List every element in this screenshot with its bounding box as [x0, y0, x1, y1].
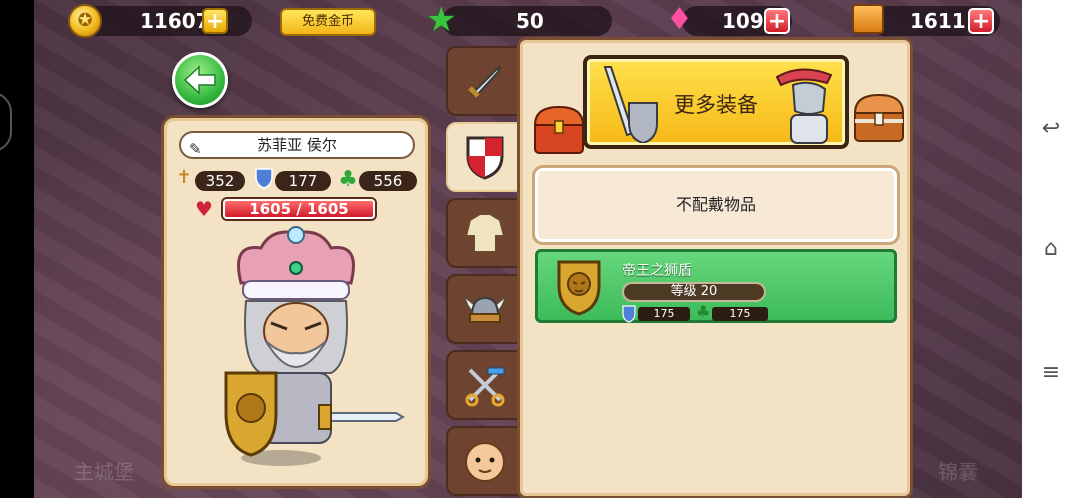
coins-value: 11607 [140, 9, 210, 33]
game-screen: 主城堡 锦囊 11607 ✪ + 免费金币 50 ★ 109 ♦ + 1611 … [34, 0, 1022, 498]
luck-value: 556 [359, 171, 417, 191]
hero-character-image [224, 226, 406, 466]
hp-bar: 1605 / 1605 [223, 199, 375, 219]
back-nav-icon[interactable]: ↩ [1038, 116, 1064, 141]
gem-icon: ♦ [666, 2, 693, 37]
stars-value: 50 [516, 9, 544, 33]
star-icon: ★ [426, 0, 457, 40]
coin-icon: ✪ [68, 4, 102, 38]
attack-icon: ✝ [176, 167, 192, 188]
attack-value: 352 [195, 171, 245, 191]
knight-armor-art-icon [775, 68, 833, 144]
heart-icon: ♥ [195, 197, 213, 221]
box-icon [852, 4, 884, 34]
bg-building-label-right: 锦囊 [938, 460, 978, 484]
home-nav-icon[interactable]: ⌂ [1038, 236, 1064, 261]
more-equipment-button[interactable]: 更多装备 [583, 55, 849, 149]
add-gems-button[interactable]: + [764, 8, 790, 34]
tab-shield[interactable] [446, 122, 528, 192]
clover-icon: ♣ [338, 167, 358, 192]
character-name-box[interactable]: ✎ 苏菲亚 侯尔 [179, 131, 415, 159]
treasure-chest-right-icon [853, 93, 905, 142]
sword-icon [468, 65, 501, 98]
character-panel: ✎ 苏菲亚 侯尔 ✝ 352 177 ♣ 556 ♥ 1605 / 1605 [164, 118, 428, 486]
defense-icon [253, 167, 275, 193]
shield-icon [466, 136, 504, 180]
treasure-chest-icon [533, 105, 585, 154]
arrow-left-icon [183, 65, 216, 95]
pencil-icon: ✎ [189, 140, 202, 158]
stars-counter: 50 [442, 6, 612, 36]
item-level: 等级 20 [622, 282, 766, 302]
tab-armor[interactable] [446, 198, 520, 268]
tab-weapon[interactable] [446, 46, 520, 116]
item-clover-icon: ♣ [696, 302, 711, 321]
item-luck-value: 175 [712, 307, 768, 321]
tab-face[interactable] [446, 426, 520, 496]
tab-helmet[interactable] [446, 274, 520, 344]
armor-icon [464, 213, 506, 253]
lion-shield-icon [557, 260, 601, 316]
equipment-panel: 更多装备 不配戴物品 帝王之狮盾 等级 20 175 ♣ 175 [520, 40, 910, 496]
gems-value: 109 [722, 9, 764, 33]
defense-value: 177 [275, 171, 331, 191]
character-name: 苏菲亚 侯尔 [257, 136, 337, 154]
tab-hairstyle[interactable] [446, 350, 520, 420]
back-button[interactable] [172, 52, 228, 108]
shield-item-card[interactable]: 帝王之狮盾 等级 20 175 ♣ 175 [535, 249, 897, 323]
face-icon [465, 442, 505, 482]
scissors-comb-icon [465, 367, 505, 407]
boxes-value: 1611 [910, 9, 966, 33]
system-navigation-bar: ↩ ⌂ ≡ [1022, 0, 1080, 498]
free-coins-button[interactable]: 免费金币 [280, 8, 376, 36]
add-coins-button[interactable]: + [202, 8, 228, 34]
viking-helmet-icon [462, 293, 508, 323]
bg-building-label: 主城堡 [74, 460, 134, 484]
item-defense-icon [622, 305, 636, 323]
add-boxes-button[interactable]: + [968, 8, 994, 34]
item-defense-value: 175 [638, 307, 690, 321]
screen-edge [0, 0, 34, 498]
unequip-button[interactable]: 不配戴物品 [535, 168, 897, 242]
menu-nav-icon[interactable]: ≡ [1038, 360, 1064, 385]
item-name: 帝王之狮盾 [622, 263, 692, 279]
